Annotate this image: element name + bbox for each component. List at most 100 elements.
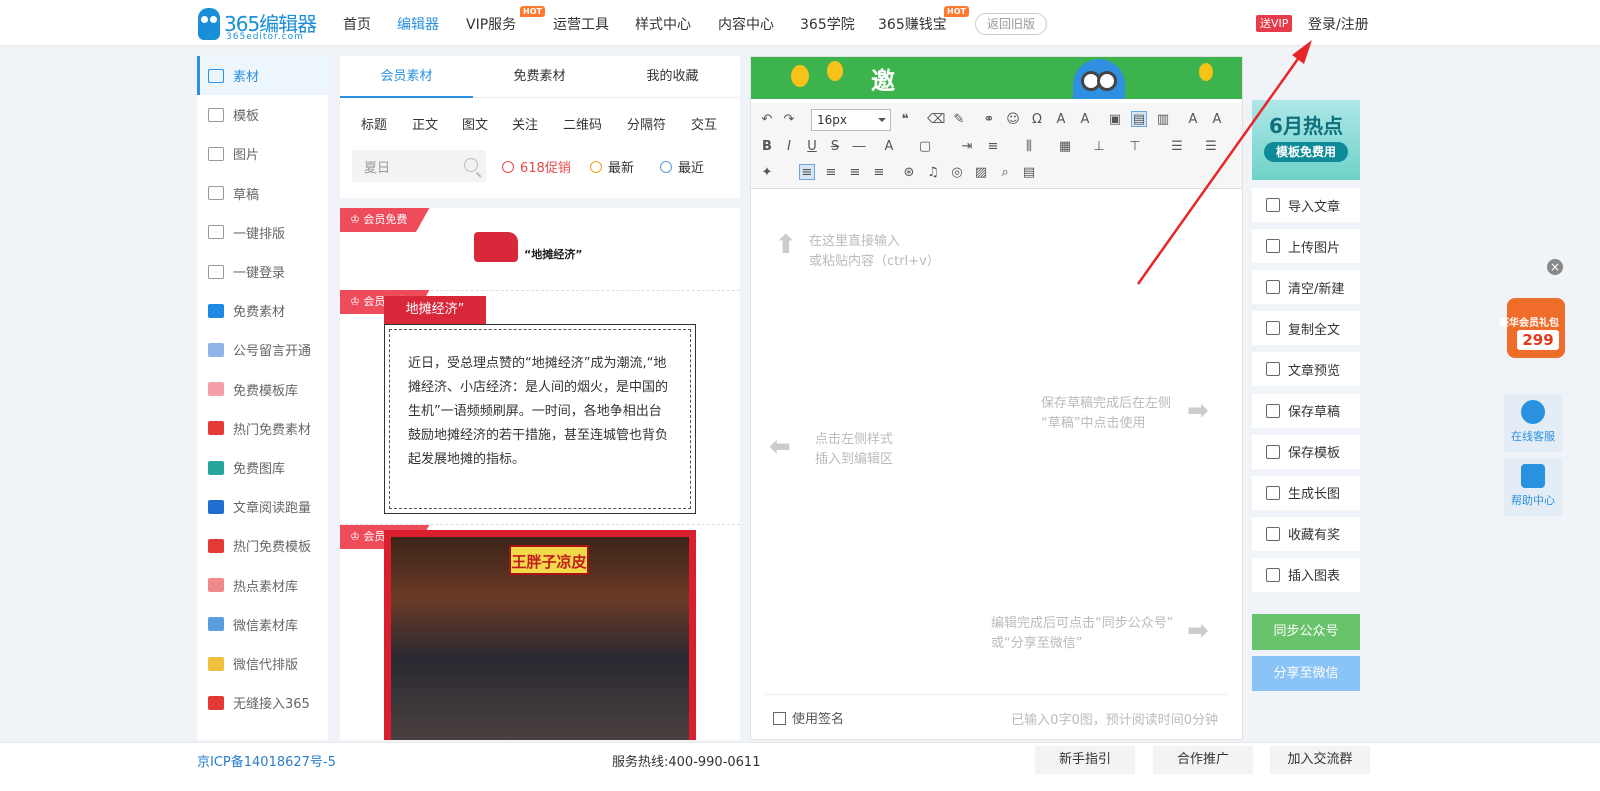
bold-icon[interactable]: B <box>759 139 775 155</box>
vip-gift-promo[interactable]: 豪华会员礼包 299 <box>1499 290 1568 364</box>
search-input[interactable] <box>352 150 462 182</box>
action-button[interactable]: 文章预览 <box>1252 352 1360 387</box>
ordered-list-icon[interactable]: ☰ <box>1169 139 1185 155</box>
old-version-button[interactable]: 返回旧版 <box>975 13 1047 35</box>
sidebar-item[interactable]: 图片 <box>197 134 328 173</box>
logo[interactable]: 365编辑器 365editor.com <box>198 8 318 42</box>
insert-image-icon[interactable]: ▨ <box>973 165 989 181</box>
join-group-button[interactable]: 加入交流群 <box>1270 746 1370 774</box>
editor-content-area[interactable]: ⬆ 在这里直接输入 或粘贴内容（ctrl+v） ⬅ 点击左侧样式 插入到编辑区 保存… <box>751 190 1242 739</box>
sidebar-item[interactable]: 素材 <box>197 56 328 95</box>
category-interactive[interactable]: 交互 <box>691 114 717 133</box>
vip-badge[interactable]: 送VIP <box>1256 15 1293 32</box>
sync-wechat-button[interactable]: 同步公众号 <box>1252 614 1360 650</box>
sidebar-item[interactable]: 一键登录 <box>197 252 328 291</box>
template-icon[interactable]: ▤ <box>1021 165 1037 181</box>
share-wechat-button[interactable]: 分享至微信 <box>1252 656 1360 691</box>
tab-favorites[interactable]: 我的收藏 <box>606 56 739 98</box>
nav-home[interactable]: 首页 <box>343 14 371 34</box>
emoji-icon[interactable]: ☺ <box>1005 112 1021 128</box>
nav-tools[interactable]: 运营工具 <box>553 14 609 34</box>
special-char-icon[interactable]: Ω <box>1029 112 1045 128</box>
magic-wand-icon[interactable]: ✦ <box>759 165 775 181</box>
filter-618[interactable]: 618促销 <box>502 157 571 176</box>
italic-icon[interactable]: I <box>781 139 797 155</box>
material-card[interactable]: 王胖子凉皮 <box>384 530 696 740</box>
category-qrcode[interactable]: 二维码 <box>563 114 602 133</box>
nav-vip[interactable]: VIP服务 <box>466 14 516 34</box>
editor-banner[interactable]: 邀 <box>751 57 1242 99</box>
float-left-icon[interactable]: ▤ <box>1131 111 1147 127</box>
sidebar-item[interactable]: 微信代排版 <box>197 644 328 683</box>
category-title[interactable]: 标题 <box>361 114 387 133</box>
action-button[interactable]: 保存草稿 <box>1252 393 1360 428</box>
font-size-select[interactable]: 16px <box>811 109 891 131</box>
sidebar-item[interactable]: 热门免费素材 <box>197 409 328 448</box>
action-button[interactable]: 上传图片 <box>1252 229 1360 264</box>
category-follow[interactable]: 关注 <box>512 114 538 133</box>
video-icon[interactable]: ⊛ <box>901 165 917 181</box>
font-case-2-icon[interactable]: A <box>1209 112 1225 128</box>
font-case-icon[interactable]: A <box>1185 112 1201 128</box>
partnership-button[interactable]: 合作推广 <box>1153 746 1253 774</box>
action-button[interactable]: 插入图表 <box>1252 557 1360 592</box>
close-icon[interactable]: × <box>1547 259 1563 275</box>
help-center-button[interactable]: 帮助中心 <box>1504 458 1562 516</box>
letter-spacing-icon[interactable]: ⫼ <box>1021 139 1037 155</box>
action-button[interactable]: 复制全文 <box>1252 311 1360 346</box>
sidebar-item[interactable]: 公号留言开通 <box>197 330 328 369</box>
horizontal-rule-icon[interactable]: ― <box>851 139 867 155</box>
nav-styles[interactable]: 样式中心 <box>635 14 691 34</box>
nav-earn[interactable]: 365赚钱宝 <box>878 14 947 34</box>
strikethrough-icon[interactable]: S <box>827 139 843 155</box>
link-icon[interactable]: ⚭ <box>981 112 997 128</box>
sidebar-item[interactable]: 热点素材库 <box>197 566 328 605</box>
unordered-list-icon[interactable]: ☰ <box>1203 139 1219 155</box>
sidebar-item[interactable]: 文章阅读跑量 <box>197 487 328 526</box>
category-body[interactable]: 正文 <box>412 114 438 133</box>
sidebar-item[interactable]: 无缝接入365 <box>197 683 328 722</box>
sidebar-item[interactable]: 草稿 <box>197 174 328 213</box>
filter-recent[interactable]: 最近 <box>660 157 704 176</box>
align-right-icon[interactable]: ≡ <box>847 165 863 181</box>
material-card[interactable]: 近日，受总理点赞的“地摊经济”成为潮流,“地摊经济、小店经济：是人间的烟火，是中… <box>384 324 696 514</box>
redo-icon[interactable]: ↷ <box>781 112 797 128</box>
subscript-icon[interactable]: A <box>1077 112 1093 128</box>
tab-free-material[interactable]: 免费素材 <box>473 56 606 98</box>
login-register-link[interactable]: 登录/注册 <box>1308 14 1369 34</box>
june-hot-promo[interactable]: 6月热点 模板免费用 <box>1252 100 1360 180</box>
map-icon[interactable]: ◎ <box>949 165 965 181</box>
sidebar-item[interactable]: 免费图库 <box>197 448 328 487</box>
sidebar-item[interactable]: 一键排版 <box>197 213 328 252</box>
nav-content[interactable]: 内容中心 <box>718 14 774 34</box>
nav-editor[interactable]: 编辑器 <box>397 14 439 34</box>
paragraph-after-icon[interactable]: ⊤ <box>1127 139 1143 155</box>
font-color-icon[interactable]: A <box>881 139 897 155</box>
action-button[interactable]: 收藏有奖 <box>1252 516 1360 551</box>
sidebar-item[interactable]: 免费素材 <box>197 291 328 330</box>
sidebar-item[interactable]: 热门免费模板 <box>197 526 328 565</box>
category-image-text[interactable]: 图文 <box>462 114 488 133</box>
paragraph-before-icon[interactable]: ⊥ <box>1091 139 1107 155</box>
sidebar-item[interactable]: 免费模板库 <box>197 370 328 409</box>
justify-icon[interactable]: ≡ <box>871 165 887 181</box>
indent-icon[interactable]: ⇥ <box>959 139 975 155</box>
beginner-guide-button[interactable]: 新手指引 <box>1035 746 1135 774</box>
icp-link[interactable]: 京ICP备14018627号-5 <box>197 751 336 770</box>
action-button[interactable]: 生成长图 <box>1252 475 1360 510</box>
nav-academy[interactable]: 365学院 <box>800 14 855 34</box>
sidebar-item[interactable]: 模板 <box>197 95 328 134</box>
search-replace-icon[interactable]: ⌕ <box>997 165 1013 181</box>
format-painter-icon[interactable]: ✎ <box>951 112 967 128</box>
blockquote-icon[interactable]: ❝ <box>897 112 913 128</box>
align-left-icon[interactable]: ≡ <box>799 164 815 180</box>
superscript-icon[interactable]: A <box>1053 112 1069 128</box>
signature-toggle[interactable]: 使用签名 <box>773 708 844 727</box>
align-center-icon[interactable]: ≡ <box>823 165 839 181</box>
action-button[interactable]: 导入文章 <box>1252 188 1360 222</box>
paste-icon[interactable]: ▣ <box>1107 112 1123 128</box>
category-divider[interactable]: 分隔符 <box>627 114 666 133</box>
sidebar-item[interactable]: 微信素材库 <box>197 605 328 644</box>
underline-icon[interactable]: U <box>804 139 820 155</box>
background-color-icon[interactable]: ▢ <box>917 139 933 155</box>
